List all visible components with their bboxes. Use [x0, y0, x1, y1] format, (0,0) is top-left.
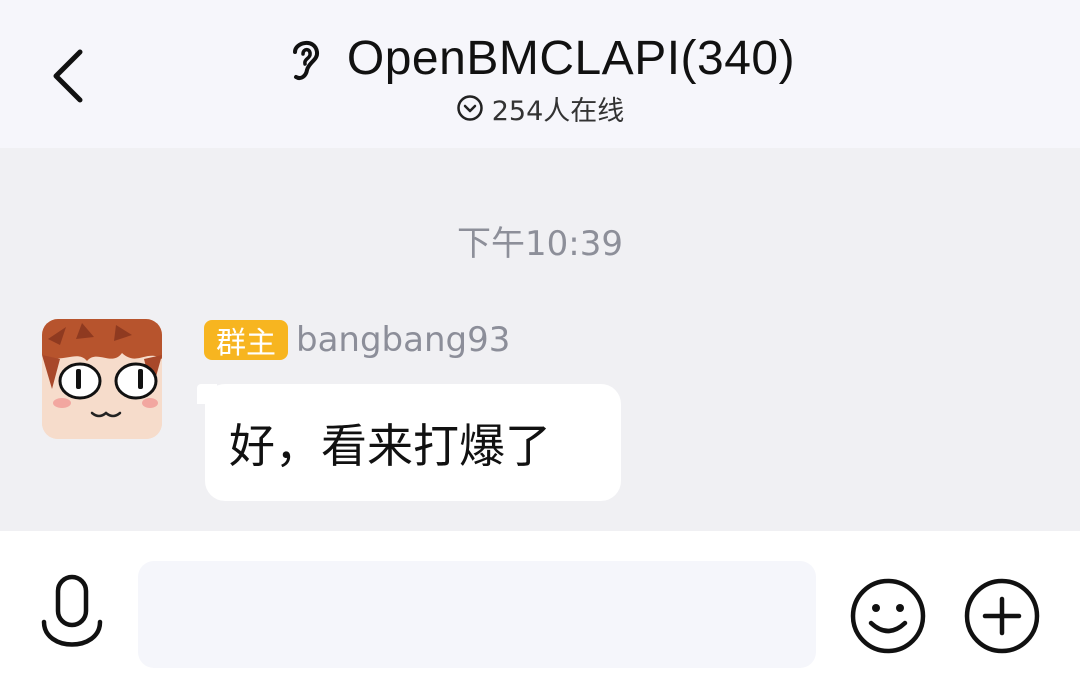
sender-avatar[interactable] — [42, 319, 162, 439]
sender-name[interactable]: bangbang93 — [296, 320, 510, 360]
role-badge: 群主 — [204, 320, 288, 361]
message-list[interactable]: 下午10:39 群主 bangbang93 好，看来打爆了 — [0, 148, 1080, 531]
message-timestamp: 下午10:39 — [457, 224, 623, 264]
more-button[interactable] — [962, 576, 1042, 656]
ear-icon — [292, 41, 319, 81]
message-input[interactable] — [138, 561, 816, 668]
message-bubble[interactable]: 好，看来打爆了 — [197, 384, 621, 501]
group-title: OpenBMCLAPI(340) — [346, 31, 796, 85]
plus-circle-icon — [964, 578, 1040, 654]
message-text: 好，看来打爆了 — [229, 418, 551, 473]
voice-button[interactable] — [36, 573, 108, 655]
title-row[interactable]: OpenBMCLAPI(340) — [0, 28, 1080, 88]
emoji-button[interactable] — [848, 576, 928, 656]
online-count: 254人在线 — [491, 95, 625, 127]
smiley-icon — [850, 578, 926, 654]
anime-avatar-image — [42, 319, 162, 439]
sender-row: 群主 bangbang93 — [204, 320, 510, 361]
microphone-icon — [41, 574, 103, 647]
input-bar — [0, 531, 1080, 699]
chat-header: OpenBMCLAPI(340) 254人在线 — [0, 0, 1080, 148]
chevron-down-circle-icon — [456, 95, 483, 121]
online-status[interactable]: 254人在线 — [0, 90, 1080, 127]
